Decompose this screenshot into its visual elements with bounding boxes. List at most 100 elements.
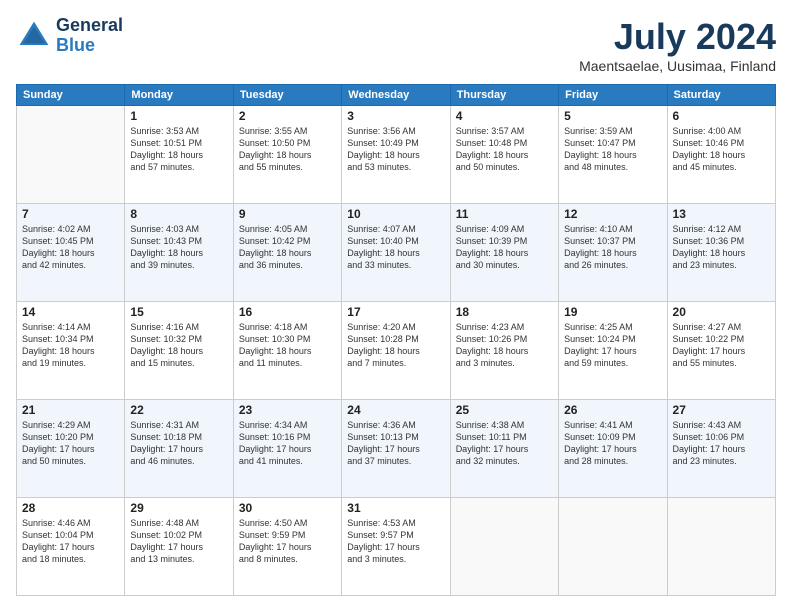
cell-info: Sunrise: 4:05 AM Sunset: 10:42 PM Daylig… [239,223,336,272]
day-number: 14 [22,305,119,319]
day-number: 8 [130,207,227,221]
calendar-cell: 5Sunrise: 3:59 AM Sunset: 10:47 PM Dayli… [559,106,667,204]
calendar-cell: 21 Sunrise: 4:29 AM Sunset: 10:20 PM Dayl… [17,400,125,498]
calendar-cell: 16 Sunrise: 4:18 AM Sunset: 10:30 PM Dayl… [233,302,341,400]
calendar-cell: 6 Sunrise: 4:00 AM Sunset: 10:46 PM Dayli… [667,106,775,204]
cell-info: Sunrise: 4:27 AM Sunset: 10:22 PM Daylig… [673,321,770,370]
day-number: 6 [673,109,770,123]
day-number: 1 [130,109,227,123]
logo: General Blue [16,16,123,56]
calendar-cell: 2 Sunrise: 3:55 AM Sunset: 10:50 PM Dayli… [233,106,341,204]
cell-info: Sunrise: 4:46 AM Sunset: 10:04 PM Daylig… [22,517,119,566]
calendar-cell [17,106,125,204]
calendar-cell: 14 Sunrise: 4:14 AM Sunset: 10:34 PM Dayl… [17,302,125,400]
cell-info: Sunrise: 4:09 AM Sunset: 10:39 PM Daylig… [456,223,553,272]
cell-info: Sunrise: 4:10 AM Sunset: 10:37 PM Daylig… [564,223,661,272]
cell-info: Sunrise: 4:18 AM Sunset: 10:30 PM Daylig… [239,321,336,370]
cell-info: Sunrise: 4:14 AM Sunset: 10:34 PM Daylig… [22,321,119,370]
cell-info: Sunrise: 3:57 AM Sunset: 10:48 PM Daylig… [456,125,553,174]
day-number: 7 [22,207,119,221]
calendar-cell: 26Sunrise: 4:41 AM Sunset: 10:09 PM Dayl… [559,400,667,498]
day-number: 22 [130,403,227,417]
calendar-cell: 4 Sunrise: 3:57 AM Sunset: 10:48 PM Dayli… [450,106,558,204]
calendar-cell: 27 Sunrise: 4:43 AM Sunset: 10:06 PM Dayl… [667,400,775,498]
calendar-cell: 22 Sunrise: 4:31 AM Sunset: 10:18 PM Dayl… [125,400,233,498]
calendar-cell: 15 Sunrise: 4:16 AM Sunset: 10:32 PM Dayl… [125,302,233,400]
calendar-cell: 28 Sunrise: 4:46 AM Sunset: 10:04 PM Dayl… [17,498,125,596]
cell-info: Sunrise: 4:38 AM Sunset: 10:11 PM Daylig… [456,419,553,468]
day-number: 11 [456,207,553,221]
day-number: 5 [564,109,661,123]
calendar-week-row: 21 Sunrise: 4:29 AM Sunset: 10:20 PM Dayl… [17,400,776,498]
day-number: 15 [130,305,227,319]
cell-info: Sunrise: 3:55 AM Sunset: 10:50 PM Daylig… [239,125,336,174]
day-number: 27 [673,403,770,417]
cell-info: Sunrise: 3:53 AM Sunset: 10:51 PM Daylig… [130,125,227,174]
day-number: 28 [22,501,119,515]
calendar-header-row: SundayMondayTuesdayWednesdayThursdayFrid… [17,85,776,106]
page: General Blue July 2024 Maentsaelae, Uusi… [0,0,792,612]
calendar-cell: 1 Sunrise: 3:53 AM Sunset: 10:51 PM Dayli… [125,106,233,204]
day-number: 2 [239,109,336,123]
calendar-cell: 25 Sunrise: 4:38 AM Sunset: 10:11 PM Dayl… [450,400,558,498]
calendar-cell: 13Sunrise: 4:12 AM Sunset: 10:36 PM Dayl… [667,204,775,302]
calendar-table: SundayMondayTuesdayWednesdayThursdayFrid… [16,84,776,596]
calendar-cell: 3Sunrise: 3:56 AM Sunset: 10:49 PM Dayli… [342,106,450,204]
calendar-cell: 23 Sunrise: 4:34 AM Sunset: 10:16 PM Dayl… [233,400,341,498]
day-header-monday: Monday [125,85,233,106]
day-header-thursday: Thursday [450,85,558,106]
day-header-saturday: Saturday [667,85,775,106]
calendar-cell [667,498,775,596]
cell-info: Sunrise: 4:43 AM Sunset: 10:06 PM Daylig… [673,419,770,468]
calendar-week-row: 7 Sunrise: 4:02 AM Sunset: 10:45 PM Dayli… [17,204,776,302]
day-number: 3 [347,109,444,123]
day-number: 10 [347,207,444,221]
cell-info: Sunrise: 4:07 AM Sunset: 10:40 PM Daylig… [347,223,444,272]
cell-info: Sunrise: 4:29 AM Sunset: 10:20 PM Daylig… [22,419,119,468]
calendar-cell: 11 Sunrise: 4:09 AM Sunset: 10:39 PM Dayl… [450,204,558,302]
logo-general: General [56,15,123,35]
day-number: 17 [347,305,444,319]
day-number: 23 [239,403,336,417]
calendar-cell [559,498,667,596]
cell-info: Sunrise: 4:41 AM Sunset: 10:09 PM Daylig… [564,419,661,468]
calendar-cell: 29 Sunrise: 4:48 AM Sunset: 10:02 PM Dayl… [125,498,233,596]
day-number: 13 [673,207,770,221]
day-number: 21 [22,403,119,417]
month-title: July 2024 [579,16,776,58]
cell-info: Sunrise: 4:02 AM Sunset: 10:45 PM Daylig… [22,223,119,272]
day-number: 25 [456,403,553,417]
logo-text: General Blue [56,16,123,56]
calendar-cell: 10 Sunrise: 4:07 AM Sunset: 10:40 PM Dayl… [342,204,450,302]
cell-info: Sunrise: 4:53 AM Sunset: 9:57 PM Dayligh… [347,517,444,566]
day-number: 19 [564,305,661,319]
day-header-wednesday: Wednesday [342,85,450,106]
location: Maentsaelae, Uusimaa, Finland [579,58,776,74]
day-header-tuesday: Tuesday [233,85,341,106]
day-header-friday: Friday [559,85,667,106]
day-header-sunday: Sunday [17,85,125,106]
cell-info: Sunrise: 4:31 AM Sunset: 10:18 PM Daylig… [130,419,227,468]
calendar-cell: 30Sunrise: 4:50 AM Sunset: 9:59 PM Dayli… [233,498,341,596]
cell-info: Sunrise: 4:48 AM Sunset: 10:02 PM Daylig… [130,517,227,566]
day-number: 16 [239,305,336,319]
calendar-cell: 8 Sunrise: 4:03 AM Sunset: 10:43 PM Dayli… [125,204,233,302]
calendar-cell: 17 Sunrise: 4:20 AM Sunset: 10:28 PM Dayl… [342,302,450,400]
day-number: 4 [456,109,553,123]
calendar-cell: 19Sunrise: 4:25 AM Sunset: 10:24 PM Dayl… [559,302,667,400]
title-block: July 2024 Maentsaelae, Uusimaa, Finland [579,16,776,74]
calendar-cell: 24 Sunrise: 4:36 AM Sunset: 10:13 PM Dayl… [342,400,450,498]
calendar-cell: 31Sunrise: 4:53 AM Sunset: 9:57 PM Dayli… [342,498,450,596]
day-number: 29 [130,501,227,515]
day-number: 24 [347,403,444,417]
cell-info: Sunrise: 4:34 AM Sunset: 10:16 PM Daylig… [239,419,336,468]
calendar-week-row: 1 Sunrise: 3:53 AM Sunset: 10:51 PM Dayli… [17,106,776,204]
cell-info: Sunrise: 4:00 AM Sunset: 10:46 PM Daylig… [673,125,770,174]
cell-info: Sunrise: 4:20 AM Sunset: 10:28 PM Daylig… [347,321,444,370]
calendar-cell: 18Sunrise: 4:23 AM Sunset: 10:26 PM Dayl… [450,302,558,400]
cell-info: Sunrise: 4:36 AM Sunset: 10:13 PM Daylig… [347,419,444,468]
cell-info: Sunrise: 4:50 AM Sunset: 9:59 PM Dayligh… [239,517,336,566]
cell-info: Sunrise: 4:03 AM Sunset: 10:43 PM Daylig… [130,223,227,272]
cell-info: Sunrise: 4:16 AM Sunset: 10:32 PM Daylig… [130,321,227,370]
logo-blue: Blue [56,35,95,55]
